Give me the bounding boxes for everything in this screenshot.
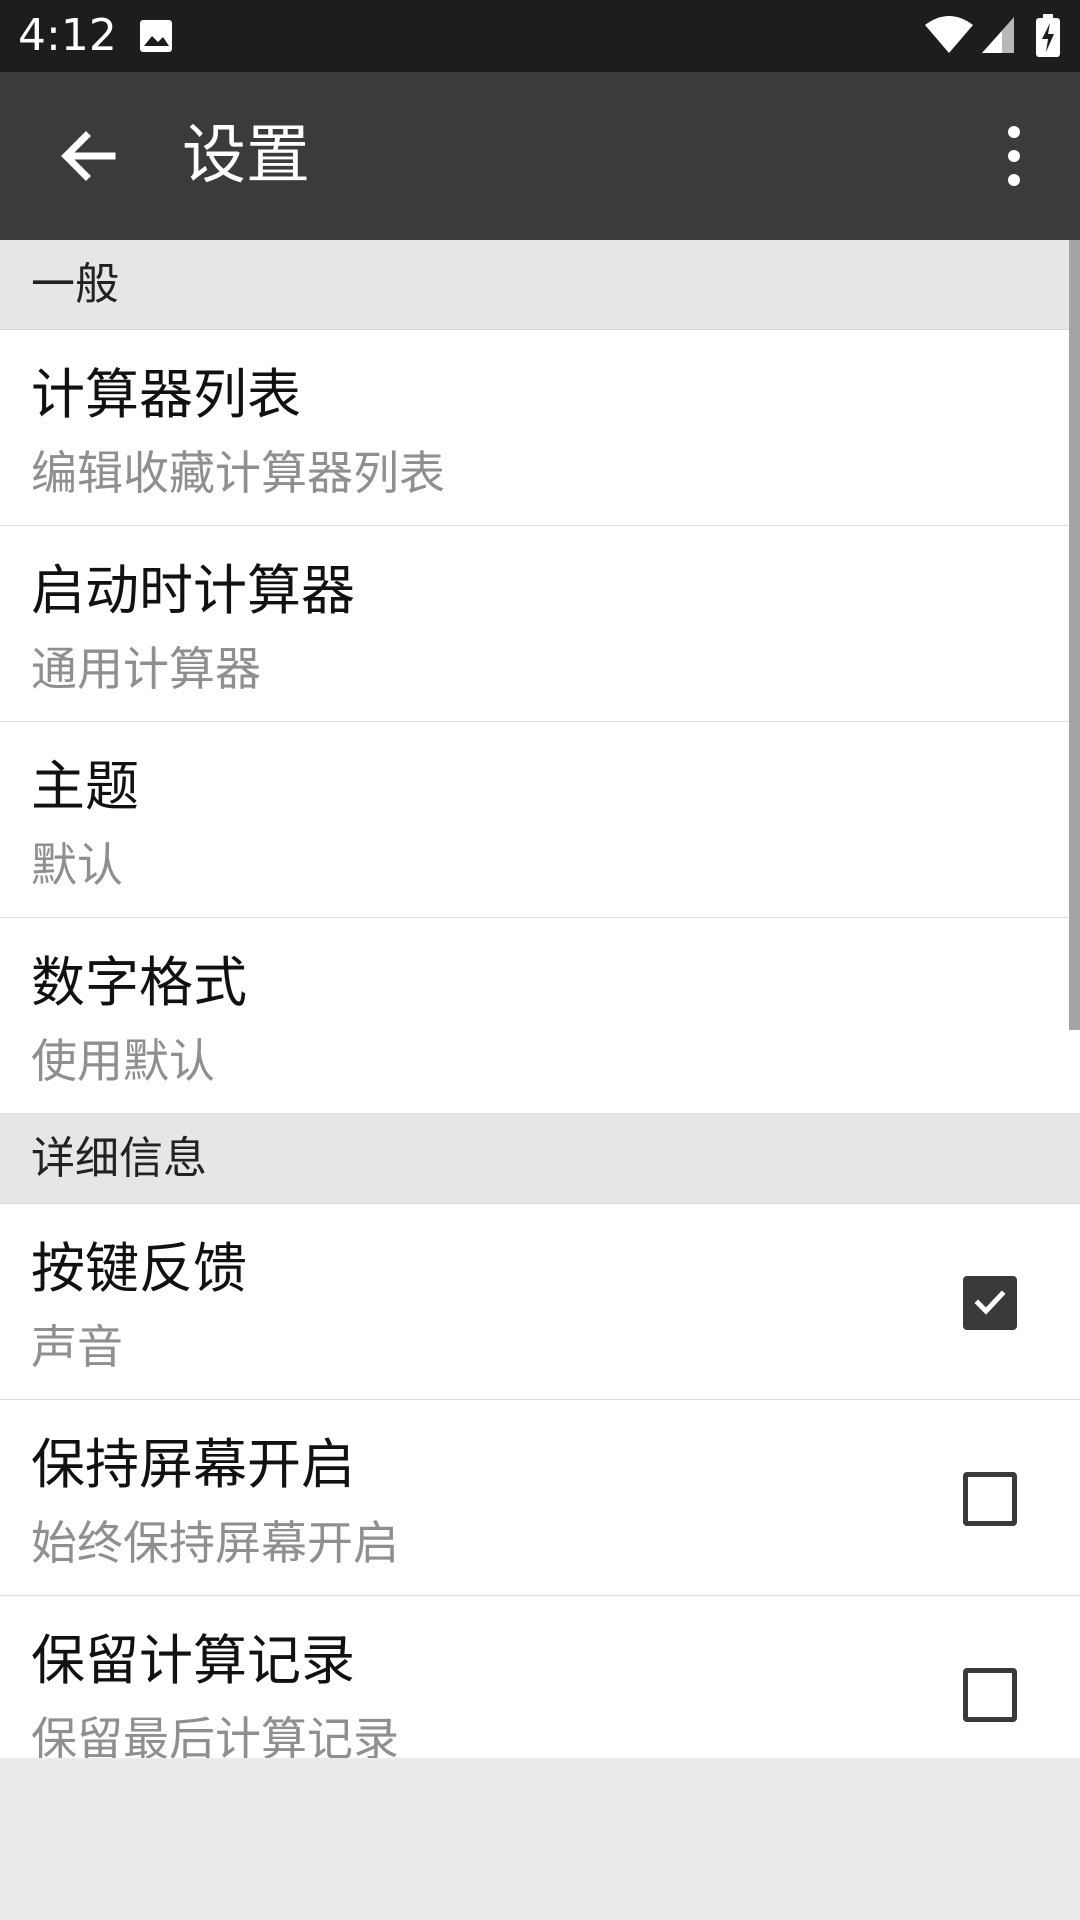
pref-summary: 保留最后计算记录 [31, 1712, 399, 1758]
keep-history-checkbox[interactable] [963, 1668, 1017, 1722]
pref-summary: 编辑收藏计算器列表 [31, 446, 445, 500]
app-toolbar: 设置 [0, 72, 1080, 240]
status-time: 4:12 [18, 10, 117, 61]
back-arrow-icon[interactable] [46, 114, 130, 198]
battery-charging-icon [1035, 14, 1061, 58]
scrollbar[interactable] [1069, 240, 1080, 1030]
section-header-label: 一般 [31, 259, 119, 310]
pref-theme[interactable]: 主题 默认 [0, 722, 1080, 918]
section-header-label: 详细信息 [31, 1133, 207, 1184]
pref-startup-calculator[interactable]: 启动时计算器 通用计算器 [0, 526, 1080, 722]
key-feedback-checkbox[interactable] [963, 1276, 1017, 1330]
pref-title: 计算器列表 [31, 363, 301, 426]
pref-keep-screen-on[interactable]: 保持屏幕开启 始终保持屏幕开启 [0, 1400, 1080, 1596]
pref-title: 按键反馈 [31, 1237, 247, 1300]
section-header-general: 一般 [0, 240, 1080, 330]
pref-summary: 声音 [31, 1320, 123, 1374]
pref-title: 保留计算记录 [31, 1629, 355, 1692]
settings-list: 一般 计算器列表 编辑收藏计算器列表 启动时计算器 通用计算器 主题 默认 数字… [0, 240, 1080, 1758]
pref-title: 主题 [31, 755, 139, 818]
more-vert-icon[interactable] [984, 114, 1044, 198]
keep-screen-on-checkbox[interactable] [963, 1472, 1017, 1526]
pref-number-format[interactable]: 数字格式 使用默认 [0, 918, 1080, 1114]
pref-summary: 始终保持屏幕开启 [31, 1516, 399, 1570]
signal-icon [980, 15, 1016, 55]
section-header-details: 详细信息 [0, 1114, 1080, 1204]
pref-title: 数字格式 [31, 951, 247, 1014]
pref-keep-history[interactable]: 保留计算记录 保留最后计算记录 [0, 1596, 1080, 1758]
pref-summary: 默认 [31, 838, 123, 892]
pref-summary: 通用计算器 [31, 642, 261, 696]
check-icon [974, 1290, 1006, 1315]
image-icon [138, 18, 174, 54]
page-title: 设置 [182, 119, 310, 193]
pref-summary: 使用默认 [31, 1034, 215, 1088]
pref-title: 启动时计算器 [31, 559, 355, 622]
pref-calculator-list[interactable]: 计算器列表 编辑收藏计算器列表 [0, 330, 1080, 526]
pref-key-feedback[interactable]: 按键反馈 声音 [0, 1204, 1080, 1400]
wifi-icon [923, 15, 975, 55]
status-bar: 4:12 [0, 0, 1080, 72]
pref-title: 保持屏幕开启 [31, 1433, 355, 1496]
